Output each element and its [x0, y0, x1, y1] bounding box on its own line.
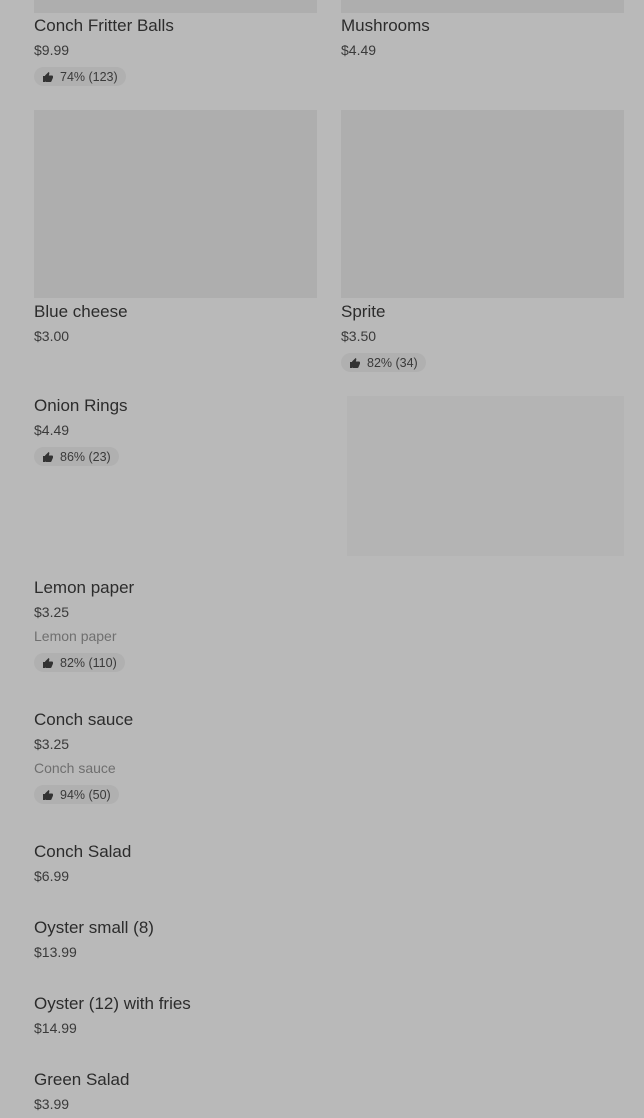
item-price: $4.49 — [34, 422, 70, 438]
rating-badge: 86% (23) — [34, 447, 119, 466]
item-price: $14.99 — [34, 1020, 77, 1036]
item-name: Conch Fritter Balls — [34, 16, 174, 35]
item-price: $9.99 — [34, 42, 70, 58]
item-name: Oyster (12) with fries — [34, 994, 191, 1013]
item-description: Lemon paper — [34, 628, 117, 644]
item-name: Sprite — [341, 302, 386, 321]
rating-text: 94% (50) — [60, 787, 111, 802]
item-price: $3.25 — [34, 604, 70, 620]
item-name: Mushrooms — [341, 16, 430, 35]
item-image-sprite[interactable] — [341, 110, 624, 298]
rating-text: 82% (34) — [367, 355, 418, 370]
item-image-conch-fritter-balls[interactable] — [34, 0, 317, 13]
item-name: Onion Rings — [34, 396, 128, 415]
item-price: $6.99 — [34, 868, 70, 884]
menu-item-oyster-12-fries[interactable]: Oyster (12) with fries $14.99 — [34, 994, 191, 1037]
rating-badge: 82% (34) — [341, 353, 426, 372]
menu-item-onion-rings[interactable]: Onion Rings $4.49 86% (23) — [34, 396, 128, 468]
rating-badge: 82% (110) — [34, 653, 125, 672]
menu-item-conch-sauce[interactable]: Conch sauce $3.25 Conch sauce 94% (50) — [34, 710, 133, 806]
item-name: Green Salad — [34, 1070, 130, 1089]
menu-item-conch-salad[interactable]: Conch Salad $6.99 — [34, 842, 131, 885]
item-price: $4.49 — [341, 42, 377, 58]
rating-badge: 74% (123) — [34, 67, 126, 86]
rating-text: 82% (110) — [60, 655, 117, 670]
item-name: Lemon paper — [34, 578, 135, 597]
item-name: Conch Salad — [34, 842, 132, 861]
item-description: Conch sauce — [34, 760, 116, 776]
thumbs-up-icon — [42, 789, 54, 801]
item-name: Conch sauce — [34, 710, 134, 729]
item-image-mushrooms[interactable] — [341, 0, 624, 13]
rating-text: 86% (23) — [60, 449, 111, 464]
item-name: Oyster small (8) — [34, 918, 154, 937]
menu-item-sprite[interactable]: Sprite $3.50 82% (34) — [341, 302, 426, 374]
rating-badge: 94% (50) — [34, 785, 119, 804]
rating-text: 74% (123) — [60, 69, 118, 84]
item-image-onion-rings[interactable] — [347, 396, 624, 556]
item-name: Blue cheese — [34, 302, 128, 321]
menu-item-green-salad[interactable]: Green Salad $3.99 — [34, 1070, 129, 1113]
thumbs-up-icon — [42, 657, 54, 669]
item-price: $3.25 — [34, 736, 70, 752]
menu-item-mushrooms[interactable]: Mushrooms $4.49 — [341, 16, 430, 59]
thumbs-up-icon — [42, 71, 54, 83]
item-price: $13.99 — [34, 944, 77, 960]
menu-item-blue-cheese[interactable]: Blue cheese $3.00 — [34, 302, 128, 345]
item-price: $3.99 — [34, 1096, 70, 1112]
menu-item-conch-fritter-balls[interactable]: Conch Fritter Balls $9.99 74% (123) — [34, 16, 174, 88]
item-image-blue-cheese[interactable] — [34, 110, 317, 298]
item-price: $3.50 — [341, 328, 377, 344]
thumbs-up-icon — [42, 451, 54, 463]
menu-item-oyster-small[interactable]: Oyster small (8) $13.99 — [34, 918, 154, 961]
item-price: $3.00 — [34, 328, 70, 344]
menu-item-lemon-paper[interactable]: Lemon paper $3.25 Lemon paper 82% (110) — [34, 578, 134, 674]
thumbs-up-icon — [349, 357, 361, 369]
